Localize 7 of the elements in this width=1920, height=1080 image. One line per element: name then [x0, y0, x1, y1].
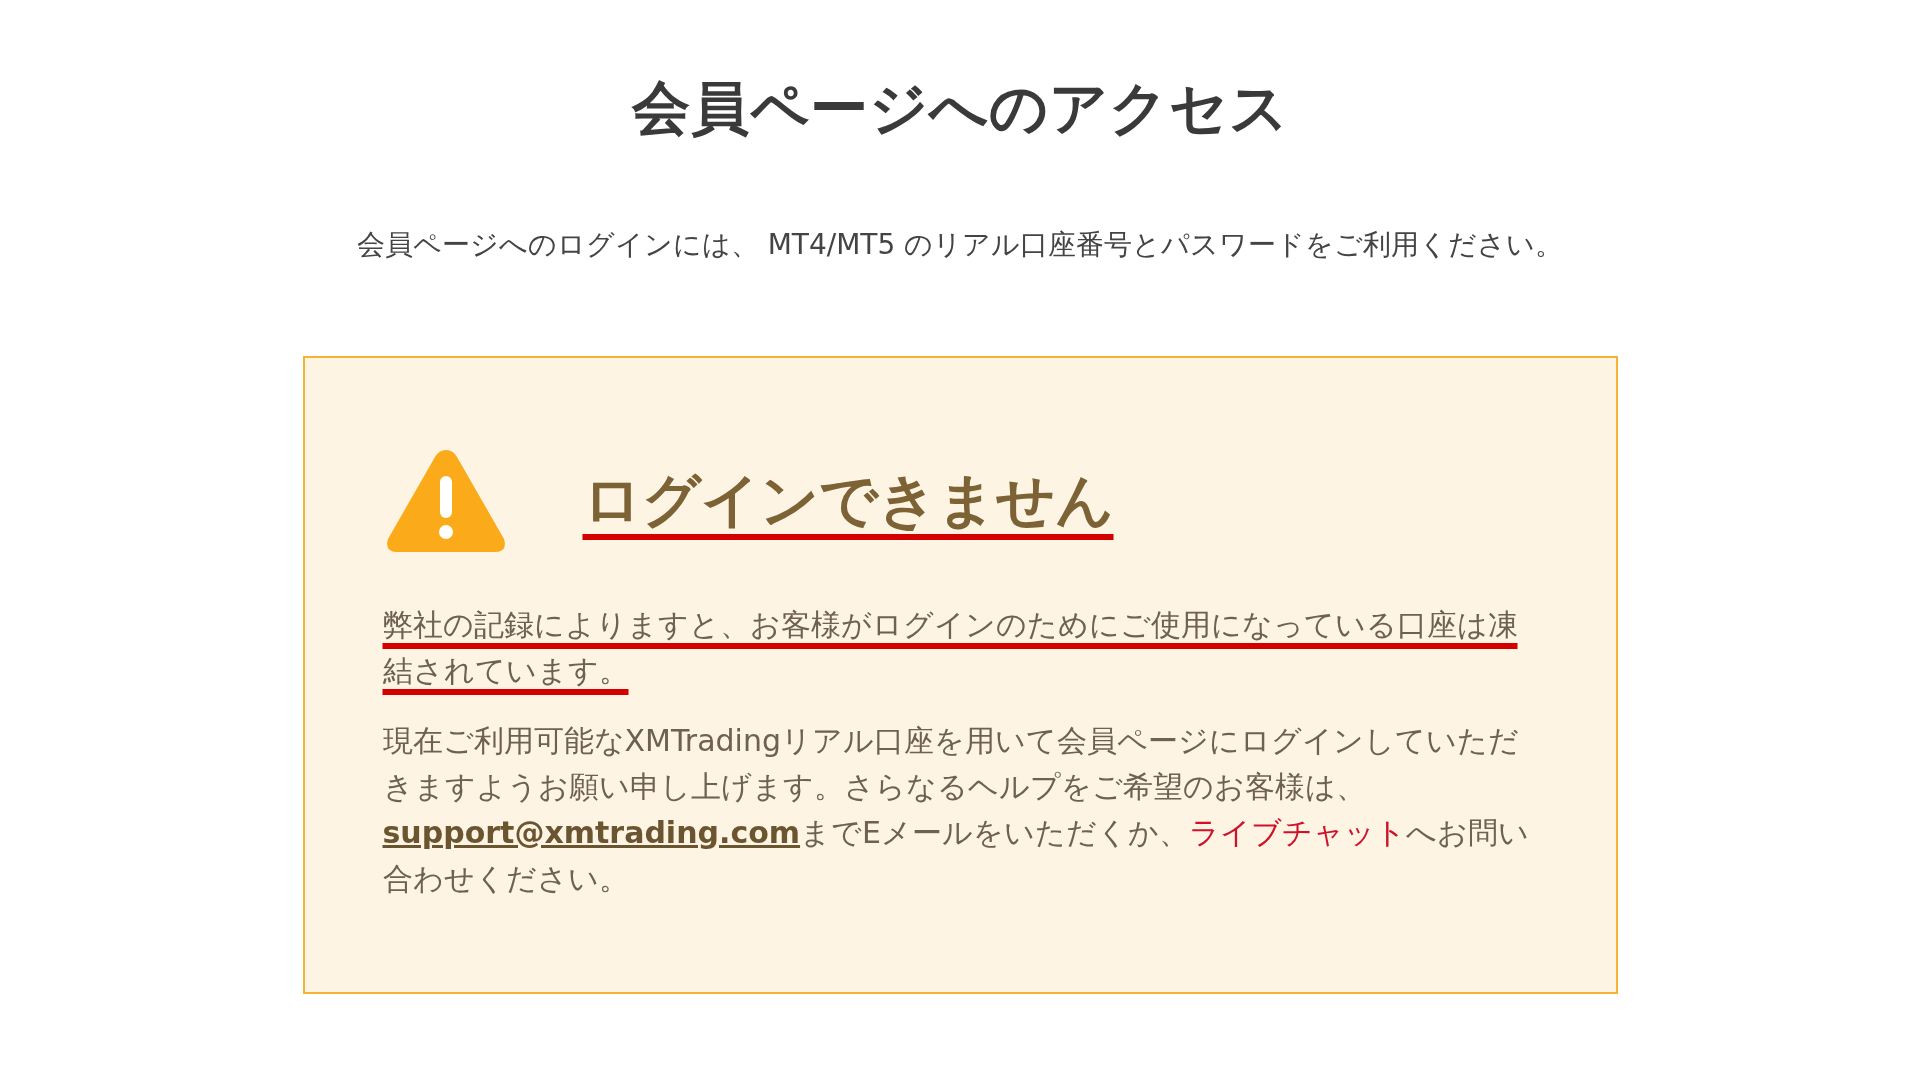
email-link[interactable]: support@xmtrading.com	[382, 815, 801, 850]
alert-message: 弊社の記録によりますと、お客様がログインのためにご使用になっている口座は凍結されています。	[382, 606, 1519, 690]
page-title: 会員ページへのアクセス	[631, 73, 1289, 144]
live-chat-link[interactable]: ライブチャット	[1189, 815, 1406, 850]
intro-text: 会員ページへのログインには、 MT4/MT5 のリアル口座番号とパスワードをご利用ください。	[356, 227, 1564, 263]
alert-heading: ログインできません	[581, 465, 1115, 536]
help-text: 現在ご利用可能なXMTradingリアル口座を用いて会員ページにログインしていただきますようお願い申し上げます。さらなるヘルプをご希望のお客様は、 support@xmtrading.com までEメールをいただくか、ライブチャット へお問い合わせください。	[382, 722, 1530, 898]
